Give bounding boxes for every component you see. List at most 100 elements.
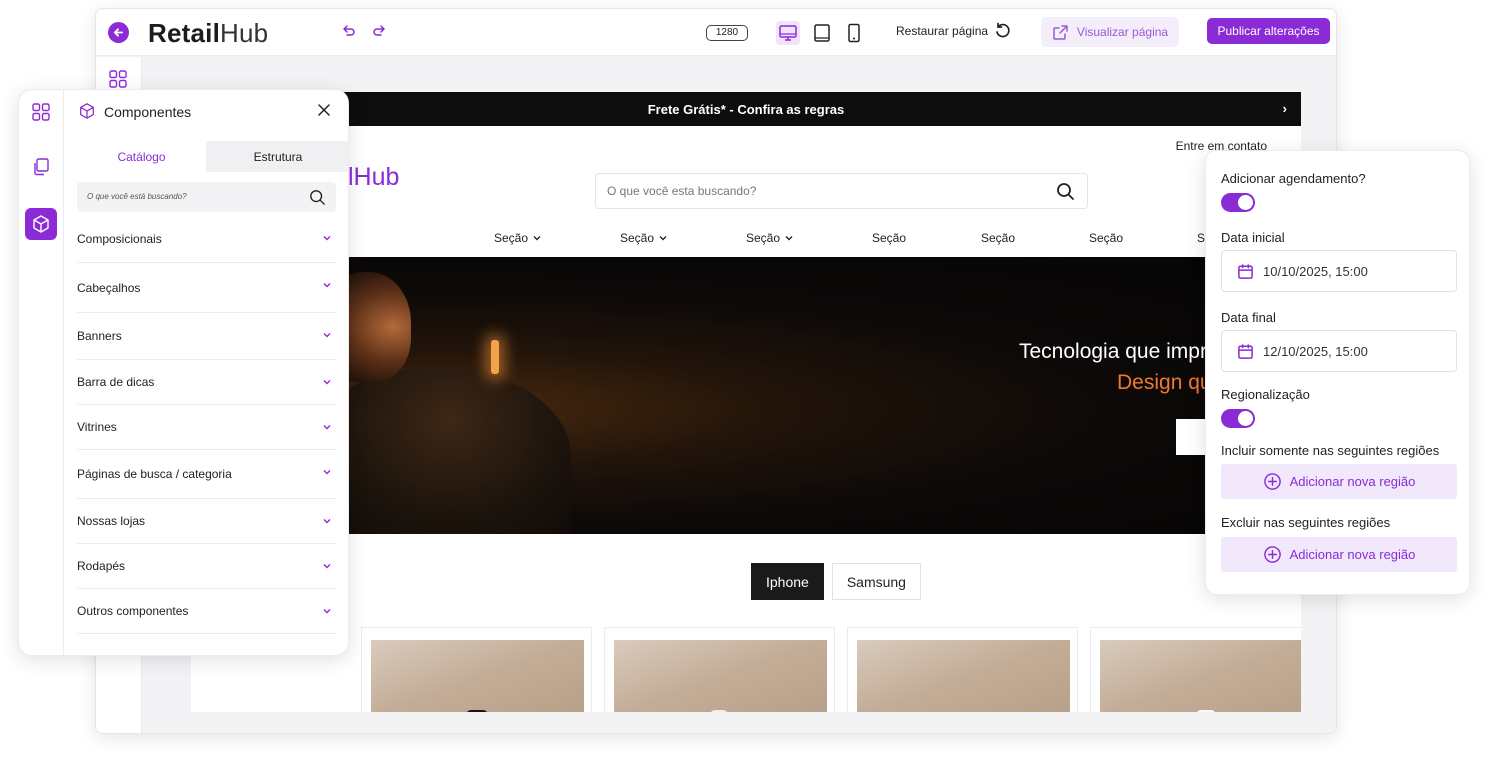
start-date-label: Data inicial	[1221, 230, 1285, 245]
restore-label: Restaurar página	[896, 24, 989, 38]
hero-image-phone	[491, 340, 499, 374]
chevron-down-icon	[533, 236, 541, 241]
app-logo: RetailHub	[148, 18, 269, 48]
tab-estrutura[interactable]: Estrutura	[206, 141, 348, 172]
list-item[interactable]: Cabeçalhos	[77, 263, 336, 313]
components-list: Composicionais Cabeçalhos Banners Barra …	[77, 216, 336, 634]
end-date-value: 12/10/2025, 15:00	[1263, 343, 1368, 359]
search-icon[interactable]	[1056, 182, 1075, 201]
end-date-label: Data final	[1221, 310, 1276, 325]
chevron-down-icon	[323, 380, 331, 385]
list-item[interactable]: Barra de dicas	[77, 360, 336, 405]
store-logo[interactable]: lHub	[348, 163, 399, 192]
chevron-down-icon	[323, 425, 331, 430]
store-nav: Seção Seção Seção Seção Seção Seção Seçã…	[191, 223, 1301, 257]
add-include-region-button[interactable]: Adicionar nova região	[1221, 464, 1457, 499]
product-card[interactable]	[604, 627, 835, 712]
chevron-down-icon	[323, 283, 331, 288]
product-card[interactable]	[1090, 627, 1301, 712]
list-item[interactable]: Rodapés	[77, 544, 336, 589]
start-date-value: 10/10/2025, 15:00	[1263, 263, 1368, 279]
chevron-down-icon	[323, 519, 331, 524]
add-include-region-label: Adicionar nova região	[1289, 474, 1416, 489]
layout-rail-button[interactable]	[25, 96, 57, 128]
regionalization-label: Regionalização	[1221, 387, 1310, 402]
promo-bar[interactable]: Frete Grátis* - Confira as regras ›	[191, 92, 1301, 126]
store-search-input[interactable]: O que você esta buscando?	[595, 173, 1088, 209]
chevron-down-icon	[785, 236, 793, 241]
list-item[interactable]: Banners	[77, 313, 336, 360]
tablet-view-button[interactable]	[810, 21, 834, 45]
list-item[interactable]: Vitrines	[77, 405, 336, 450]
exclude-regions-label: Excluir nas seguintes regiões	[1221, 515, 1391, 530]
product-card[interactable]	[847, 627, 1078, 712]
arrow-left-icon	[113, 28, 124, 37]
components-search-input[interactable]: O que você está buscando?	[77, 182, 336, 212]
schedule-toggle[interactable]	[1221, 193, 1255, 212]
components-search-placeholder: O que você está buscando?	[87, 192, 187, 201]
list-item[interactable]: Páginas de busca / categoria	[77, 450, 336, 499]
redo-icon[interactable]	[371, 23, 387, 39]
plus-circle-icon	[1263, 473, 1281, 490]
close-icon[interactable]	[317, 103, 331, 117]
schedule-label: Adicionar agendamento?	[1221, 171, 1366, 186]
chevron-down-icon	[323, 470, 331, 475]
list-item[interactable]: Outros componentes	[77, 589, 336, 634]
add-exclude-region-label: Adicionar nova região	[1289, 547, 1416, 562]
chevron-down-icon	[659, 236, 667, 241]
add-exclude-region-button[interactable]: Adicionar nova região	[1221, 537, 1457, 572]
regionalization-toggle[interactable]	[1221, 409, 1255, 428]
copy-pages-icon	[34, 158, 49, 176]
chevron-right-icon[interactable]: ›	[1283, 101, 1287, 116]
back-button[interactable]	[108, 22, 129, 43]
store-search-placeholder: O que você esta buscando?	[607, 184, 757, 198]
list-item[interactable]: Composicionais	[77, 216, 336, 263]
product-shelf	[361, 627, 1301, 712]
nav-item[interactable]: Seção	[981, 231, 1015, 245]
components-panel-title: Componentes	[104, 104, 192, 120]
rotate-ccw-icon	[996, 22, 1010, 38]
nav-item[interactable]: Seção	[620, 231, 668, 245]
chevron-down-icon	[323, 236, 331, 241]
list-item[interactable]: Nossas lojas	[77, 499, 336, 544]
nav-item[interactable]: Seção	[1089, 231, 1123, 245]
monitor-icon	[779, 25, 797, 41]
nav-item[interactable]: Seção	[494, 231, 542, 245]
calendar-icon	[1238, 263, 1253, 279]
tab-iphone[interactable]: Iphone	[751, 563, 824, 600]
end-date-field[interactable]: 12/10/2025, 15:00	[1221, 330, 1457, 372]
tab-catalogo[interactable]: Catálogo	[77, 141, 206, 172]
plus-circle-icon	[1263, 546, 1281, 563]
nav-item[interactable]: Seção	[746, 231, 794, 245]
schedule-settings-panel: Adicionar agendamento? Data inicial 10/1…	[1205, 150, 1470, 595]
preview-page-button[interactable]: Visualizar página	[1041, 17, 1179, 47]
editor-toolbar: RetailHub 1280 Restaurar página Visualiz…	[96, 9, 1336, 56]
chevron-down-icon	[323, 564, 331, 569]
restore-page-button[interactable]: Restaurar página	[896, 22, 1012, 40]
preview-label: Visualizar página	[1076, 25, 1169, 39]
components-rail-button[interactable]	[25, 208, 57, 240]
hero-banner[interactable]: Tecnologia que impressiona Design que in…	[191, 257, 1301, 534]
product-card[interactable]	[361, 627, 592, 712]
layout-grid-icon[interactable]	[108, 69, 128, 89]
publish-changes-button[interactable]: Publicar alterações	[1207, 18, 1330, 44]
store-preview-canvas: Frete Grátis* - Confira as regras › Entr…	[191, 92, 1301, 712]
search-icon[interactable]	[309, 189, 326, 206]
undo-icon[interactable]	[341, 23, 357, 39]
nav-item[interactable]: Seção	[872, 231, 906, 245]
chevron-down-icon	[323, 333, 331, 338]
components-panel: Componentes Catálogo Estrutura O que voc…	[18, 89, 349, 656]
mobile-view-button[interactable]	[842, 21, 866, 45]
tab-samsung[interactable]: Samsung	[831, 563, 921, 600]
product-tabs: Iphone Samsung	[751, 563, 921, 600]
product-image	[1100, 640, 1301, 712]
start-date-field[interactable]: 10/10/2025, 15:00	[1221, 250, 1457, 292]
pages-rail-button[interactable]	[25, 151, 57, 183]
desktop-view-button[interactable]	[776, 21, 800, 45]
product-image	[614, 640, 827, 712]
promo-text: Frete Grátis* - Confira as regras	[647, 101, 845, 117]
chevron-down-icon	[323, 609, 331, 614]
product-image	[857, 640, 1070, 712]
include-regions-label: Incluir somente nas seguintes regiões	[1221, 443, 1440, 458]
viewport-width-input[interactable]: 1280	[706, 25, 748, 41]
